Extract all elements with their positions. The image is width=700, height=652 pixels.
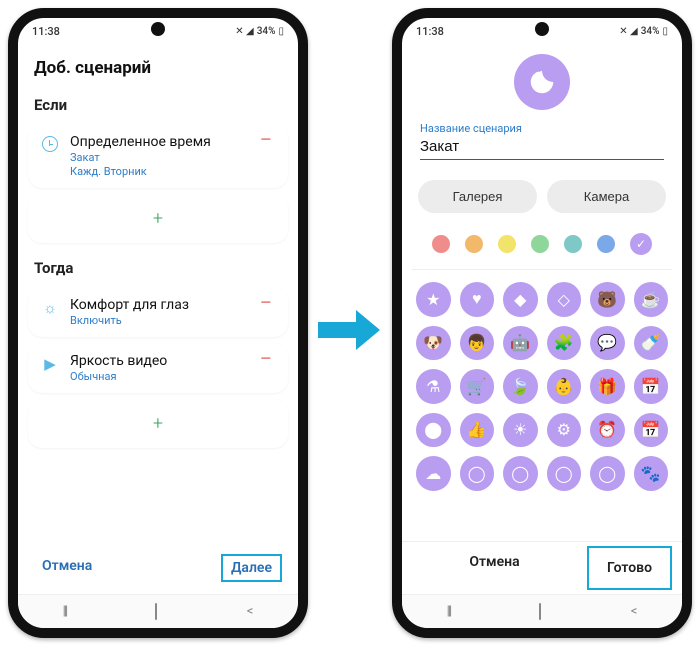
arrow-icon xyxy=(318,310,380,350)
nav-home-button[interactable] xyxy=(155,604,157,619)
icon-option[interactable]: 👍 xyxy=(460,413,495,448)
icon-option[interactable]: 📅 xyxy=(634,413,669,448)
icon-option[interactable]: 🐾 xyxy=(634,456,669,491)
section-then: Тогда xyxy=(18,249,298,281)
nav-recent-button[interactable]: ||| xyxy=(63,604,67,619)
remove-action-button[interactable]: − xyxy=(255,353,276,367)
camera-tab[interactable]: Камера xyxy=(547,180,666,213)
nav-home-button[interactable] xyxy=(539,604,541,619)
cancel-button[interactable]: Отмена xyxy=(402,542,587,594)
status-icons: ✕ ◢ 34% ▯ xyxy=(235,26,284,37)
video-brightness-icon: ▶ xyxy=(40,353,60,373)
color-swatch[interactable] xyxy=(597,235,615,253)
action-title: Комфорт для глаз xyxy=(70,297,245,313)
camera-notch xyxy=(151,22,165,36)
screen-customize-scenario: Название сценария Галерея Камера ✓ ★ ♥◆ ◇🐻… xyxy=(402,44,682,594)
icon-option[interactable]: 🍼 xyxy=(634,326,669,361)
icon-option[interactable]: ◆ xyxy=(503,282,538,317)
color-swatch[interactable] xyxy=(498,235,516,253)
action-row[interactable]: ▶ Яркость видео Обычная − xyxy=(28,343,288,393)
android-navbar: ||| < xyxy=(402,594,682,628)
status-time: 11:38 xyxy=(32,25,60,38)
icon-option[interactable]: ⏰ xyxy=(590,413,625,448)
icon-option[interactable]: ◯ xyxy=(460,456,495,491)
screen-add-scenario: Доб. сценарий Если Определенное время За… xyxy=(18,44,298,594)
color-swatch[interactable] xyxy=(564,235,582,253)
nav-back-button[interactable]: < xyxy=(631,604,638,619)
clock-icon xyxy=(40,134,60,152)
icon-option[interactable]: ◯ xyxy=(503,456,538,491)
color-picker-row: ✓ xyxy=(412,227,672,270)
action-title: Яркость видео xyxy=(70,353,245,369)
icon-option[interactable]: ♥ xyxy=(460,282,495,317)
name-field-label: Название сценария xyxy=(420,122,664,135)
bottom-bar: Отмена Готово xyxy=(402,541,682,594)
icon-option[interactable]: 🎁 xyxy=(590,369,625,404)
icon-option[interactable]: ◯ xyxy=(590,456,625,491)
icon-option[interactable]: ⚙ xyxy=(547,413,582,448)
icon-picker-grid: ★♥◆◇🐻☕🐶👦🤖🧩💬🍼⚗🛒🍃👶🎁📅⬤👍☀⚙⏰📅☁◯◯◯◯🐾 xyxy=(402,270,682,491)
icon-option[interactable]: 🧩 xyxy=(547,326,582,361)
icon-option[interactable]: 🐶 xyxy=(416,326,451,361)
nav-recent-button[interactable]: ||| xyxy=(447,604,451,619)
section-if: Если xyxy=(18,86,298,118)
icon-option[interactable]: 🐻 xyxy=(590,282,625,317)
icon-option[interactable]: ☕ xyxy=(634,282,669,317)
page-title: Доб. сценарий xyxy=(18,44,298,86)
camera-notch xyxy=(535,22,549,36)
icon-option[interactable]: ◯ xyxy=(547,456,582,491)
icon-option[interactable]: ◇ xyxy=(547,282,582,317)
bottom-bar: Отмена Далее xyxy=(18,544,298,594)
condition-sub2: Кажд. Вторник xyxy=(70,165,245,178)
icon-option[interactable]: 🤖 xyxy=(503,326,538,361)
icon-option[interactable]: 👶 xyxy=(547,369,582,404)
icon-option[interactable]: ⚗ xyxy=(416,369,451,404)
scenario-name-input[interactable] xyxy=(420,135,664,160)
eye-comfort-icon: ☼ xyxy=(40,297,60,317)
nav-back-button[interactable]: < xyxy=(247,604,254,619)
action-sub: Включить xyxy=(70,314,245,327)
icon-option[interactable]: 💬 xyxy=(590,326,625,361)
remove-condition-button[interactable]: − xyxy=(255,134,276,148)
icon-option[interactable]: 🍃 xyxy=(503,369,538,404)
condition-title: Определенное время xyxy=(70,134,245,150)
status-icons: ✕ ◢ 34% ▯ xyxy=(619,26,668,37)
action-row[interactable]: ☼ Комфорт для глаз Включить − xyxy=(28,287,288,337)
action-sub: Обычная xyxy=(70,370,245,383)
add-action-button[interactable]: + xyxy=(28,399,288,448)
icon-option[interactable]: 📅 xyxy=(634,369,669,404)
condition-row[interactable]: Определенное время Закат Кажд. Вторник − xyxy=(28,124,288,188)
icon-option[interactable]: ⬤ xyxy=(416,413,451,448)
phone-right: 11:38 ✕ ◢ 34% ▯ Название сценария Галере… xyxy=(392,8,692,638)
icon-option[interactable]: 👦 xyxy=(460,326,495,361)
android-navbar: ||| < xyxy=(18,594,298,628)
gallery-tab[interactable]: Галерея xyxy=(418,180,537,213)
icon-option[interactable]: ★ xyxy=(416,282,451,317)
next-button[interactable]: Далее xyxy=(221,554,282,582)
color-swatch[interactable] xyxy=(531,235,549,253)
color-swatch[interactable] xyxy=(465,235,483,253)
icon-option[interactable]: ☀ xyxy=(503,413,538,448)
status-time: 11:38 xyxy=(416,25,444,38)
remove-action-button[interactable]: − xyxy=(255,297,276,311)
done-button[interactable]: Готово xyxy=(587,546,672,590)
condition-sub: Закат xyxy=(70,151,245,164)
icon-option[interactable]: ☁ xyxy=(416,456,451,491)
color-swatch[interactable] xyxy=(432,235,450,253)
color-swatch[interactable]: ✓ xyxy=(630,233,652,255)
scenario-hero-icon xyxy=(514,54,570,110)
add-condition-button[interactable]: + xyxy=(28,194,288,243)
phone-left: 11:38 ✕ ◢ 34% ▯ Доб. сценарий Если Опред… xyxy=(8,8,308,638)
cancel-button[interactable]: Отмена xyxy=(34,554,100,582)
icon-option[interactable]: 🛒 xyxy=(460,369,495,404)
